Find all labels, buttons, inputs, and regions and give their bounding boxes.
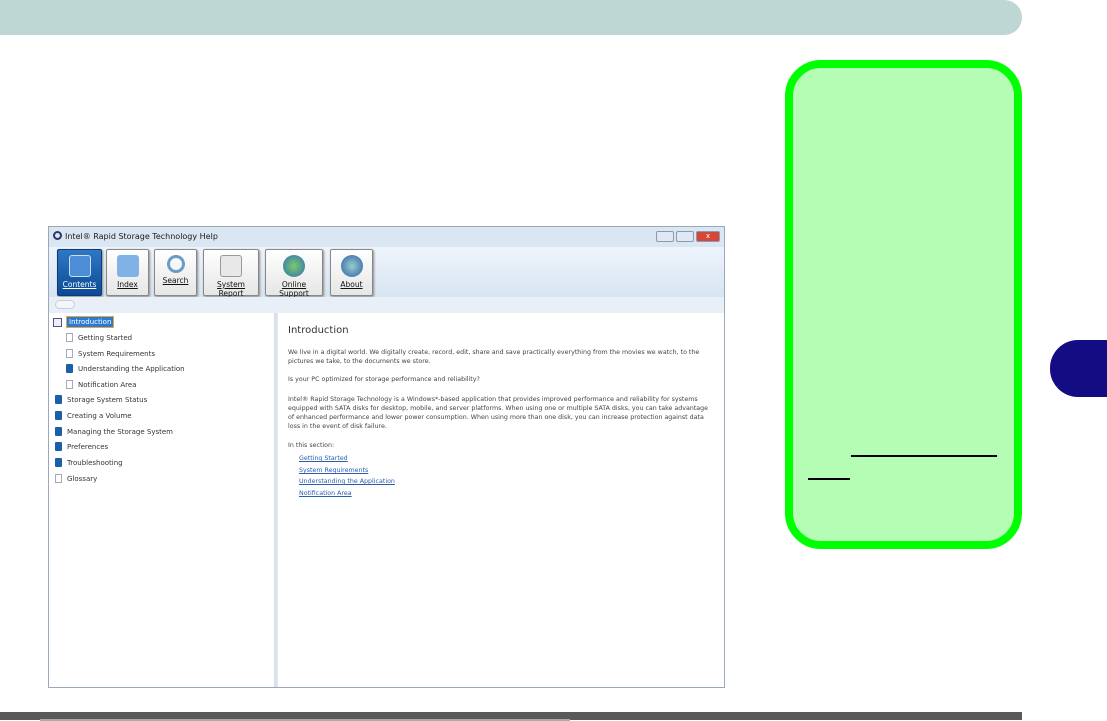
search-button[interactable]: Search [154, 249, 197, 296]
tree-label: Managing the Storage System [67, 427, 173, 436]
book-icon [68, 255, 91, 277]
system-report-button[interactable]: System Report [203, 249, 259, 298]
open-book-icon [53, 317, 62, 327]
tree-label: Creating a Volume [67, 411, 132, 420]
help-window-screenshot: Intel® Rapid Storage Technology Help x C… [48, 226, 725, 688]
tree-label: Notification Area [78, 380, 137, 389]
close-button[interactable]: x [696, 231, 720, 242]
page-icon [66, 333, 73, 342]
about-button[interactable]: About [330, 249, 373, 296]
page-icon [55, 474, 62, 483]
tree-item[interactable]: Getting Started [66, 333, 132, 342]
book-icon [55, 458, 62, 467]
section-label: In this section: [288, 442, 335, 449]
index-button[interactable]: Index [106, 249, 149, 296]
tree-item[interactable]: System Requirements [66, 349, 155, 358]
note-box [785, 60, 1022, 549]
button-label: About [340, 280, 363, 289]
content-pane: Introduction We live in a digital world.… [278, 313, 724, 687]
tree-item[interactable]: Creating a Volume [55, 411, 132, 420]
paragraph: We live in a digital world. We digitally… [288, 349, 700, 365]
page-icon [66, 380, 73, 389]
contents-tree: Introduction Getting Started System Requ… [49, 313, 276, 687]
link-getting-started[interactable]: Getting Started [299, 455, 348, 462]
book-icon [66, 364, 73, 373]
tree-item[interactable]: Storage System Status [55, 395, 147, 404]
tree-label: Introduction [65, 316, 115, 328]
book-icon [55, 427, 62, 436]
paragraph: Is your PC optimized for storage perform… [288, 376, 480, 383]
button-label: System Report [217, 280, 245, 298]
button-label: Index [117, 280, 138, 289]
book-icon [55, 442, 62, 451]
paragraph: Intel® Rapid Storage Technology is a Win… [288, 396, 709, 430]
tree-label: Understanding the Application [78, 364, 185, 373]
page-header-bar [0, 0, 1022, 35]
tree-item[interactable]: Glossary [55, 474, 97, 483]
folder-icon [116, 255, 139, 277]
content-heading: Introduction [288, 325, 349, 336]
book-icon [55, 395, 62, 404]
link-system-requirements[interactable]: System Requirements [299, 467, 368, 474]
tree-item[interactable]: Notification Area [66, 380, 137, 389]
online-support-button[interactable]: Online Support [265, 249, 323, 298]
nav-strip [49, 297, 724, 313]
page-icon [66, 349, 73, 358]
report-icon [220, 255, 242, 277]
contents-button[interactable]: Contents [57, 249, 102, 296]
tree-label: Glossary [67, 474, 98, 483]
link-notification-area[interactable]: Notification Area [299, 490, 352, 497]
tree-label: System Requirements [78, 349, 155, 358]
maximize-button[interactable] [676, 231, 694, 242]
tree-label: Storage System Status [67, 395, 148, 404]
tree-item-introduction[interactable]: Introduction [53, 316, 115, 328]
tree-item[interactable]: Preferences [55, 442, 108, 451]
tree-item[interactable]: Troubleshooting [55, 458, 123, 467]
link-understanding-application[interactable]: Understanding the Application [299, 478, 395, 485]
button-label: Search [162, 276, 189, 285]
window-title: Intel® Rapid Storage Technology Help [65, 232, 218, 241]
tree-item[interactable]: Managing the Storage System [55, 427, 173, 436]
info-globe-icon [340, 255, 363, 277]
globe-icon [283, 255, 305, 277]
book-icon [55, 411, 62, 420]
app-icon [53, 231, 62, 240]
button-label: Online Support [279, 280, 309, 298]
magnifier-icon [166, 255, 185, 273]
link-underline [851, 455, 997, 457]
link-underline [808, 478, 850, 480]
chapter-tab [1050, 340, 1107, 397]
tree-label: Troubleshooting [67, 458, 123, 467]
button-label: Contents [62, 280, 97, 289]
minimize-button[interactable] [656, 231, 674, 242]
toolbar: Contents Index Search System Report Onli… [49, 247, 724, 298]
tree-label: Preferences [67, 442, 109, 451]
back-forward-buttons[interactable] [55, 300, 75, 309]
tree-label: Getting Started [78, 333, 133, 342]
tree-item[interactable]: Understanding the Application [66, 364, 185, 373]
title-bar: Intel® Rapid Storage Technology Help x [49, 227, 724, 247]
